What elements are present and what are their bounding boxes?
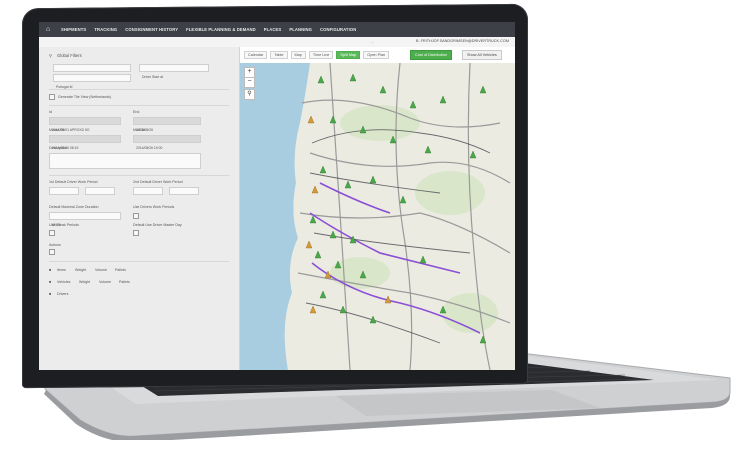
- end2-label: Mod Str.: [133, 128, 147, 132]
- use-break-checkbox[interactable]: [49, 230, 55, 236]
- use-drivers-label: Use Drivers Work Periods: [133, 205, 175, 209]
- zoom-out-button[interactable]: −: [244, 77, 255, 88]
- summary-pallets: Pallets: [115, 268, 126, 272]
- tab-calendar[interactable]: Calendar: [244, 51, 268, 59]
- default-end-label: 2nd Default Driver Work Period: [133, 180, 183, 184]
- nav-configuration[interactable]: CONFIGURATION: [320, 27, 356, 32]
- end-label: End: [133, 110, 140, 114]
- nav-shipments[interactable]: SHIPMENTS: [61, 27, 86, 32]
- search-icon[interactable]: ⚲: [49, 53, 52, 58]
- truck-icon: ■: [49, 280, 52, 284]
- description-field[interactable]: [49, 153, 201, 169]
- summary-vehicle-weight: Weight: [79, 280, 91, 284]
- start-field[interactable]: 2014/08/26 08:15: [49, 135, 121, 150]
- actions-checkbox[interactable]: [49, 249, 55, 255]
- route-map[interactable]: + − ⚲: [240, 63, 515, 370]
- search-icon[interactable]: ⚲: [244, 89, 255, 100]
- use-driver-work-label: Default Use Driver Master Day: [133, 223, 182, 227]
- summary-vehicle-volume: Volume: [99, 280, 111, 284]
- vehicle-plate-field[interactable]: Vehicle License Plate: [53, 64, 131, 79]
- screen: ⌂ SHIPMENTS TRACKING CONSIGNMENT HISTORY…: [39, 22, 515, 370]
- divider: [49, 89, 229, 90]
- use-break-label: Use Break Periods: [49, 223, 79, 227]
- generate-tile-checkbox[interactable]: [49, 94, 55, 100]
- nav-places[interactable]: PLACES: [264, 27, 282, 32]
- summary-volume: Volume: [95, 268, 107, 272]
- box-icon: ■: [49, 268, 52, 272]
- nav-consignment-history[interactable]: CONSIGNMENT HISTORY: [125, 27, 178, 32]
- tab-map[interactable]: Map: [290, 51, 306, 59]
- actions-label: Actions: [49, 243, 61, 247]
- tab-time-line[interactable]: Time Line: [308, 51, 334, 59]
- id-field[interactable]: 2014/08/01 APROXD 5G: [49, 117, 121, 132]
- default-start-to-field[interactable]: [85, 187, 115, 195]
- summary-vehicles: Vehicles: [57, 280, 71, 284]
- nav-tracking[interactable]: TRACKING: [94, 27, 117, 32]
- home-icon[interactable]: ⌂: [43, 26, 53, 33]
- end2-field[interactable]: 2014/08/26 19:00: [133, 135, 201, 150]
- divider: [49, 175, 229, 176]
- default-end-from-field[interactable]: [133, 187, 163, 195]
- use-drivers-checkbox[interactable]: [133, 213, 139, 219]
- end-field[interactable]: 2014/08/26: [133, 117, 201, 132]
- default-start-label: 1st Default Driver Work Period: [49, 180, 98, 184]
- more-menu-icon[interactable]: ...: [371, 39, 374, 44]
- map-panel: Calendar Table Map Time Line Split Map O…: [240, 47, 515, 370]
- divider: [49, 105, 229, 106]
- summary-vehicle-pallets: Pallets: [119, 280, 130, 284]
- default-start-from-field[interactable]: [49, 187, 79, 195]
- divider: [49, 261, 229, 262]
- cost-of-distribution-button[interactable]: Cost of Distribution: [410, 50, 453, 60]
- nav-flexible-planning[interactable]: FLEXIBLE PLANNING & DEMAND: [186, 27, 256, 32]
- filter-panel: ⚲ Global Filters Vehicle License Plate D…: [39, 47, 240, 370]
- summary-items: Items: [57, 268, 66, 272]
- portugal-id-field[interactable]: Portugal Id: [53, 74, 131, 89]
- show-all-vehicles-button[interactable]: Show All Vehicles: [462, 50, 502, 60]
- laptop-mockup: ⌂ SHIPMENTS TRACKING CONSIGNMENT HISTORY…: [0, 0, 746, 457]
- driver-start-field[interactable]: Driver Start at: [139, 64, 209, 79]
- map-canvas: [240, 63, 515, 370]
- start-label: Mount Str.: [49, 128, 66, 132]
- summary-weight: Weight: [75, 268, 87, 272]
- user-account[interactable]: B. FRITHJOF.SANDGRIMSEN@DRIVERTRUCK.COM: [416, 39, 509, 43]
- tab-table[interactable]: Table: [270, 51, 288, 59]
- tab-open-plan[interactable]: Open Plan: [363, 51, 390, 59]
- generate-tile-label: Generate Tile View (Netherlands): [58, 95, 112, 99]
- default-end-to-field[interactable]: [169, 187, 199, 195]
- duration-field[interactable]: 00:15: [49, 212, 121, 227]
- nav-planning[interactable]: PLANNING: [289, 27, 312, 32]
- tab-split-map[interactable]: Split Map: [336, 51, 361, 59]
- driver-icon: ■: [49, 292, 52, 296]
- top-nav: ⌂ SHIPMENTS TRACKING CONSIGNMENT HISTORY…: [39, 22, 515, 37]
- summary-drivers: Drivers: [57, 292, 69, 296]
- duration-label: Default Maximal Zone Duration: [49, 205, 99, 209]
- use-driver-work-checkbox[interactable]: [133, 230, 139, 236]
- id-label: Id: [49, 110, 52, 114]
- description-label: Description: [49, 146, 67, 150]
- global-filters-label: Global Filters: [57, 53, 82, 58]
